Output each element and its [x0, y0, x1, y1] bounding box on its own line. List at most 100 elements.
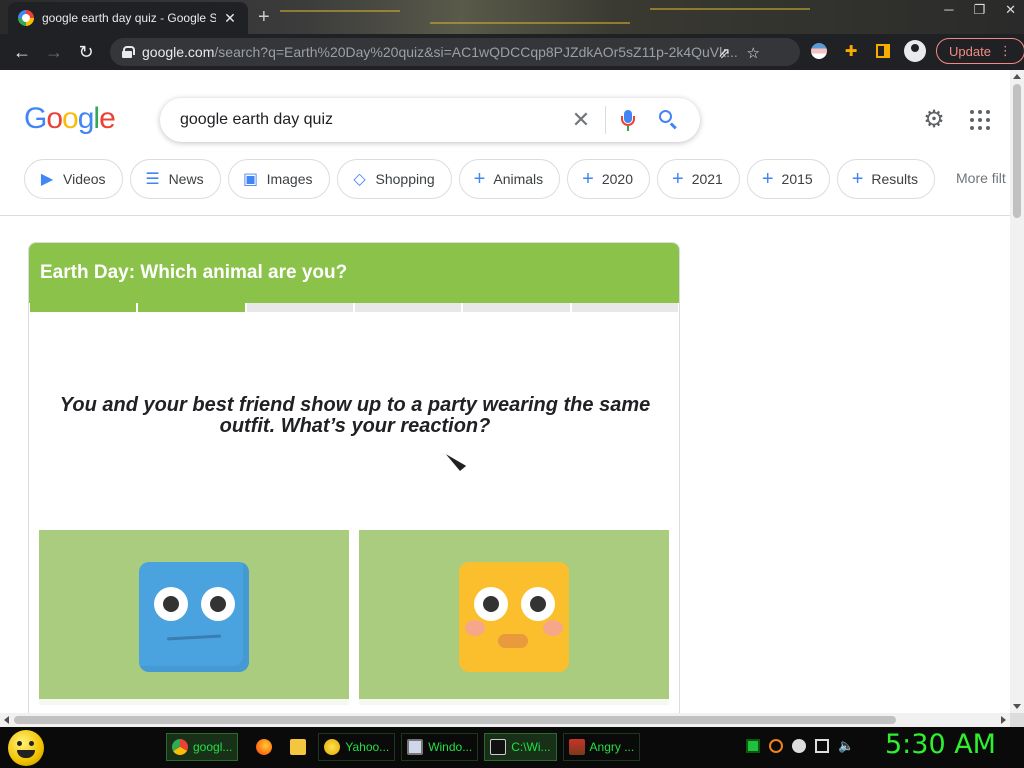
tab-title: google earth day quiz - Google S — [42, 11, 216, 25]
yellow-square-face-icon — [459, 562, 569, 672]
new-tab-button[interactable]: + — [258, 6, 270, 29]
filter-chip-2021[interactable]: +2021 — [657, 159, 740, 199]
news-icon: ☰ — [145, 171, 160, 188]
filter-chip-shopping[interactable]: ◇ Shopping — [336, 159, 452, 199]
profile-flag-icon[interactable] — [808, 40, 830, 62]
bookmark-star-icon[interactable]: ☆ — [747, 44, 760, 62]
progress-segment — [138, 303, 245, 312]
plus-icon: + — [761, 167, 774, 190]
scrollbar-corner — [1010, 713, 1024, 727]
taskbar-item-label: C:\Wi... — [511, 740, 551, 754]
google-logo-letter: o — [46, 102, 63, 135]
window-controls: ─ ❐ ✕ — [944, 2, 1016, 18]
search-icon[interactable] — [658, 109, 680, 131]
taskbar: googl... Yahoo... Windo... C:\Wi... Angry ..… — [0, 727, 1024, 768]
taskbar-item[interactable]: googl... — [166, 733, 239, 761]
tab-strip: google earth day quiz - Google S ✕ + ─ ❐… — [0, 0, 1024, 34]
back-arrow-icon[interactable]: ← — [8, 38, 36, 66]
taskbar-item[interactable]: Windo... — [401, 733, 479, 761]
google-apps-icon[interactable] — [970, 110, 990, 130]
system-tray: 🔈 — [746, 739, 854, 753]
chip-label: Shopping — [375, 171, 435, 187]
taskbar-clock[interactable]: 5:30 AM — [885, 729, 996, 760]
quiz-title: Earth Day: Which animal are you? — [29, 243, 679, 303]
chip-label: Animals — [493, 171, 544, 187]
start-smiley-icon[interactable] — [8, 730, 44, 766]
vertical-scrollbar[interactable] — [1010, 70, 1024, 713]
tray-network-icon[interactable] — [815, 739, 829, 753]
chip-label: News — [168, 171, 204, 187]
google-logo-letter: o — [62, 102, 79, 135]
angry-birds-icon — [568, 739, 585, 755]
google-favicon-icon — [18, 10, 34, 26]
progress-segment — [463, 303, 570, 312]
tab-close-icon[interactable]: ✕ — [222, 10, 238, 27]
filter-chip-images[interactable]: ▣ Images — [227, 159, 330, 199]
share-icon[interactable]: ⇗ — [718, 44, 731, 62]
firefox-icon — [256, 739, 273, 755]
forward-arrow-icon[interactable]: → — [40, 38, 68, 66]
windows-icon — [407, 739, 424, 755]
folder-icon — [290, 739, 307, 755]
clear-search-icon[interactable]: ✕ — [569, 107, 593, 133]
taskbar-item[interactable]: Yahoo... — [318, 733, 396, 761]
account-avatar-icon[interactable] — [904, 40, 926, 62]
taskbar-items: googl... Yahoo... Windo... C:\Wi... Angry ..… — [166, 733, 641, 761]
side-panel-icon[interactable] — [872, 40, 894, 62]
cmd-icon — [490, 739, 507, 755]
quiz-question: You and your best friend show up to a pa… — [59, 394, 651, 437]
update-label: Update — [949, 43, 991, 59]
answer-option-2[interactable] — [359, 530, 669, 705]
chip-label: Images — [266, 171, 313, 187]
tray-search-icon[interactable] — [769, 739, 783, 753]
address-bar[interactable]: google.com/search?q=Earth%20Day%20quiz&s… — [110, 38, 800, 66]
tag-icon: ◇ — [353, 171, 366, 188]
tray-minus-icon[interactable] — [792, 739, 806, 753]
tray-battery-icon[interactable] — [746, 739, 760, 753]
filter-chip-news[interactable]: ☰ News — [129, 159, 221, 199]
restore-icon[interactable]: ❐ — [973, 2, 985, 18]
filter-chip-videos[interactable]: ▶ Videos — [24, 159, 123, 199]
filter-chip-animals[interactable]: + Animals — [458, 159, 561, 199]
close-window-icon[interactable]: ✕ — [1005, 2, 1016, 18]
taskbar-item-label: Yahoo... — [345, 740, 390, 754]
google-logo-letter: G — [24, 102, 47, 135]
minimize-icon[interactable]: ─ — [944, 2, 953, 18]
filter-chip-2015[interactable]: +2015 — [746, 159, 830, 199]
taskbar-item-label: googl... — [193, 740, 233, 754]
chip-label: Results — [871, 171, 919, 187]
google-logo[interactable]: Google — [24, 102, 116, 136]
microphone-icon[interactable] — [618, 108, 638, 132]
google-logo-letter: g — [77, 102, 95, 135]
chip-label: 2015 — [781, 171, 813, 187]
search-divider — [605, 106, 606, 134]
taskbar-item[interactable]: C:\Wi... — [484, 733, 557, 761]
settings-gear-icon[interactable]: ⚙ — [922, 108, 946, 132]
chip-label: Videos — [63, 171, 106, 187]
taskbar-item-label: Windo... — [428, 740, 473, 754]
answer-option-1[interactable] — [39, 530, 349, 705]
header-divider — [0, 215, 1010, 216]
quiz-answers — [39, 530, 669, 705]
search-box[interactable]: google earth day quiz ✕ — [160, 98, 700, 142]
filter-chip-2020[interactable]: +2020 — [567, 159, 650, 199]
filter-chip-results[interactable]: + Results — [836, 159, 936, 199]
tray-volume-icon[interactable]: 🔈 — [838, 739, 854, 753]
taskbar-item[interactable] — [250, 733, 278, 761]
plus-icon: + — [851, 167, 864, 190]
blue-square-face-icon — [139, 562, 249, 672]
url-path: /search?q=Earth%20Day%20quiz&si=AC1wQDCC… — [214, 44, 738, 60]
video-icon: ▶ — [40, 171, 54, 188]
search-input[interactable]: google earth day quiz — [180, 111, 569, 129]
taskbar-item[interactable]: Angry ... — [562, 733, 641, 761]
browser-tab[interactable]: google earth day quiz - Google S ✕ — [8, 2, 248, 34]
more-filters-link[interactable]: More filt — [956, 170, 1006, 186]
plus-icon: + — [473, 167, 486, 190]
reload-icon[interactable]: ↻ — [72, 38, 100, 66]
extensions-puzzle-icon[interactable]: ✚ — [840, 40, 862, 62]
menu-kebab-icon: ⋮ — [998, 43, 1012, 58]
google-logo-letter: e — [99, 102, 116, 135]
update-button[interactable]: Update ⋮ — [936, 38, 1024, 64]
taskbar-item[interactable] — [284, 733, 312, 761]
horizontal-scrollbar[interactable] — [0, 713, 1010, 727]
